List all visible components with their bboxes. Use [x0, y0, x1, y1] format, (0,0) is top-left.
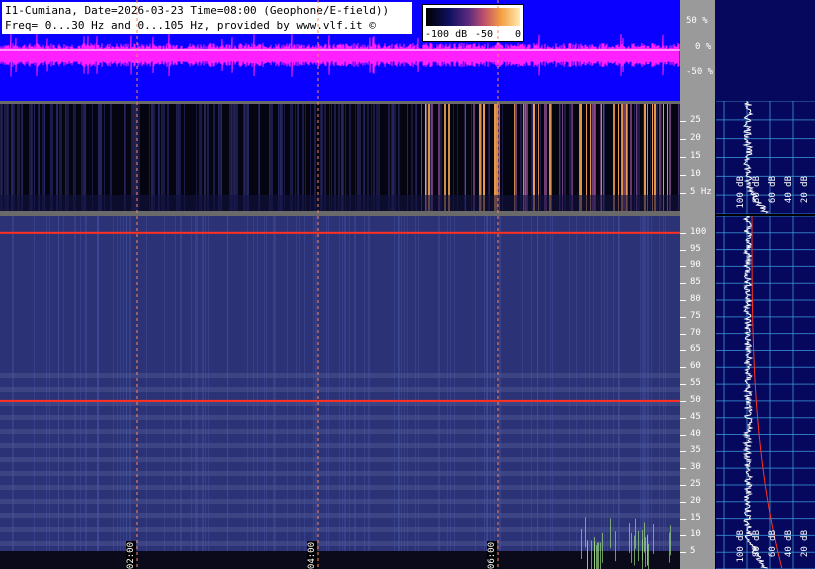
time-label-0400: 04:00	[307, 541, 317, 569]
freq-tick-mark	[680, 232, 686, 234]
freq-tick-mark	[680, 249, 686, 251]
freq-tick-mark	[680, 333, 686, 335]
freq-tick-mark	[680, 367, 686, 369]
spectrum-panel-high	[716, 215, 815, 569]
freq-tick-label: 85	[690, 277, 701, 288]
freq-tick-mark	[680, 300, 686, 302]
freq-tick-mark	[680, 501, 686, 503]
freq-tick-mark	[680, 451, 686, 453]
freq-tick-label: 20	[690, 495, 701, 506]
spectrum-db-label: 100 dB	[736, 530, 746, 563]
freq-tick-mark	[680, 552, 686, 554]
spectrum-db-label: 40 dB	[784, 176, 794, 204]
freq-tick-label: 20	[690, 133, 701, 143]
spectrum-db-label: 60 dB	[768, 530, 778, 558]
freq-tick-label: 40	[690, 428, 701, 439]
freq-tick-mark	[680, 121, 686, 122]
freq-tick-mark	[680, 434, 686, 436]
freq-tick-mark	[680, 518, 686, 520]
vlf-monitor-view: I1-Cumiana, Date=2026-03-23 Time=08:00 (…	[0, 0, 815, 569]
freq-tick-label: 10	[690, 529, 701, 540]
freq-tick-label: 75	[690, 310, 701, 321]
freq-tick-mark	[680, 468, 686, 470]
freq-tick-label: 50	[690, 394, 701, 405]
freq-tick-label: 25	[690, 115, 701, 125]
freq-tick-mark	[680, 535, 686, 537]
freq-tick-mark	[680, 175, 686, 176]
freq-tick-label: 25	[690, 478, 701, 489]
spectrum-db-label: 80 dB	[752, 176, 762, 204]
freq-tick-label: 10	[690, 169, 701, 179]
spectrum-header-blank	[715, 0, 815, 101]
freq-tick-mark	[680, 384, 686, 386]
freq-tick-label: 5	[690, 546, 696, 557]
freq-tick-mark	[680, 350, 686, 352]
freq-tick-label: 30	[690, 462, 701, 473]
time-label-0200: 02:00	[126, 541, 136, 569]
spectrum-db-label: 40 dB	[784, 530, 794, 558]
spectrum-db-label: 20 dB	[800, 176, 810, 204]
freq-tick-label: 80	[690, 294, 701, 305]
freq-tick-label: 5 Hz	[690, 187, 712, 197]
freq-tick-label: 70	[690, 327, 701, 338]
freq-tick-label: 90	[690, 260, 701, 271]
freq-tick-mark	[680, 316, 686, 318]
freq-tick-mark	[680, 139, 686, 140]
wave-tick-neg50: -50 %	[686, 67, 714, 77]
freq-tick-label: 45	[690, 411, 701, 422]
freq-tick-label: 15	[690, 512, 701, 523]
freq-tick-mark	[680, 400, 686, 402]
spectrum-db-label: 100 dB	[736, 176, 746, 209]
freq-tick-mark	[680, 417, 686, 419]
freq-tick-label: 35	[690, 445, 701, 456]
time-label-0600: 06:00	[487, 541, 497, 569]
freq-tick-label: 60	[690, 361, 701, 372]
wave-tick-0: 0 %	[695, 42, 712, 52]
freq-tick-label: 55	[690, 378, 701, 389]
freq-tick-label: 100	[690, 226, 707, 237]
freq-tick-mark	[680, 484, 686, 486]
spectrum-db-label: 80 dB	[752, 530, 762, 558]
wave-tick-50: 50 %	[686, 16, 708, 26]
freq-tick-mark	[680, 266, 686, 268]
spectrum-db-label: 20 dB	[800, 530, 810, 558]
freq-tick-mark	[680, 283, 686, 285]
freq-tick-label: 95	[690, 243, 701, 254]
spectrum-high-trace	[716, 215, 815, 569]
freq-tick-label: 15	[690, 151, 701, 161]
spectrum-fit	[751, 216, 783, 569]
time-gridlines	[136, 0, 499, 569]
spectrum-db-label: 60 dB	[768, 176, 778, 204]
freq-tick-label: 65	[690, 344, 701, 355]
freq-tick-mark	[680, 193, 686, 194]
freq-tick-mark	[680, 157, 686, 158]
